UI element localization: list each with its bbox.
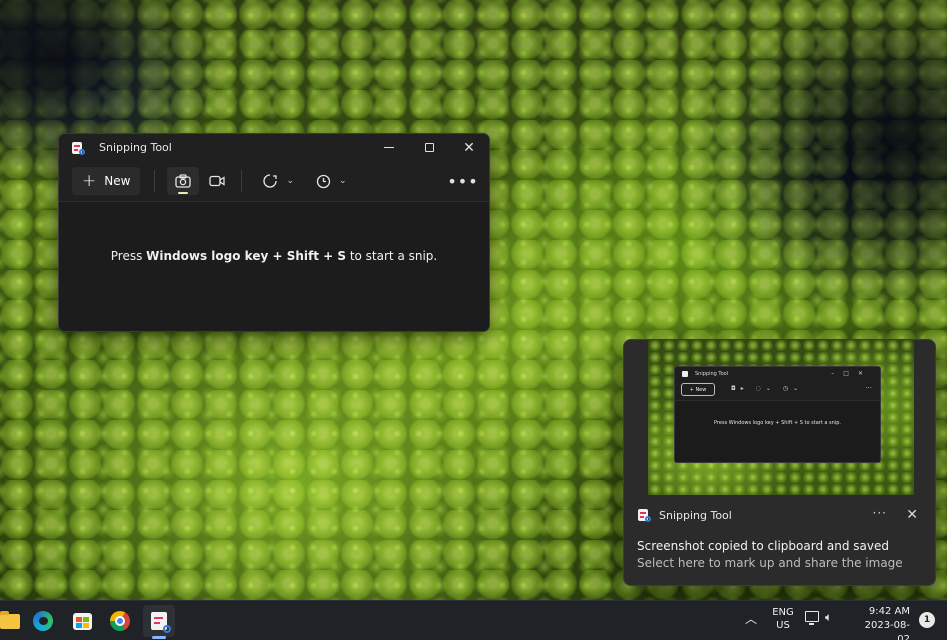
volume-icon: 🔈︎ [825, 610, 833, 624]
microsoft-store-button[interactable] [68, 607, 96, 635]
file-explorer-button[interactable] [0, 607, 24, 635]
folder-icon [0, 610, 20, 629]
quick-settings-button[interactable]: 🔈︎ [805, 610, 833, 625]
camera-icon [175, 174, 192, 188]
snip-canvas: Press Windows logo key + Shift + S to st… [59, 201, 489, 331]
maximize-icon [424, 143, 434, 152]
preview-window: Snipping Tool –□✕ + New ◘▸ ◌⌄ ◷⌄ ··· Pre… [674, 366, 881, 463]
toast-app-name: Snipping Tool [659, 508, 732, 522]
preview-title: Snipping Tool [695, 371, 729, 377]
toast-sub-message: Select here to mark up and share the ima… [637, 556, 903, 570]
preview-app-icon [682, 371, 688, 377]
chrome-button[interactable] [106, 607, 134, 635]
maximize-button[interactable] [409, 134, 449, 161]
caption-buttons: ✕ [369, 134, 489, 161]
screenshot-preview[interactable]: Snipping Tool –□✕ + New ◘▸ ◌⌄ ◷⌄ ··· Pre… [648, 340, 914, 495]
toast-message: Screenshot copied to clipboard and saved [637, 539, 889, 553]
minimize-icon [384, 147, 394, 148]
video-mode-button[interactable] [201, 167, 233, 195]
minimize-button[interactable] [369, 134, 409, 161]
snip-shape-dropdown[interactable]: ⌄ [256, 167, 300, 195]
plus-icon: + [82, 170, 97, 191]
screenshot-mode-button[interactable] [167, 167, 200, 195]
clock-date: 2023-08-02 [864, 620, 910, 640]
preview-caption-icons: –□✕ [831, 370, 872, 377]
snipping-tool-window: Snipping Tool ✕ + New ⌄ ⌄ ••• Press Wind… [58, 133, 490, 332]
snipping-tool-icon [151, 612, 171, 633]
delay-dropdown[interactable]: ⌄ [310, 167, 353, 195]
shortcut-keys: Windows logo key + Shift + S [146, 249, 346, 263]
chevron-down-icon: ⌄ [286, 176, 294, 186]
chrome-icon [110, 611, 130, 631]
notification-center-button[interactable]: 1 [919, 612, 935, 628]
clock-icon [316, 174, 331, 188]
snipping-tool-icon [71, 141, 85, 155]
clock-button[interactable]: 9:42 AM 2023-08-02 [852, 605, 910, 640]
start-snip-hint: Press Windows logo key + Shift + S to st… [110, 249, 438, 263]
store-icon [72, 612, 92, 630]
video-camera-icon [209, 175, 226, 187]
active-app-indicator [152, 636, 166, 639]
active-mode-indicator [178, 192, 189, 194]
more-icon: ••• [447, 171, 479, 191]
toast-close-button[interactable]: ✕ [906, 506, 918, 524]
preview-more-icon: ··· [865, 384, 872, 392]
preview-new-button: + New [681, 383, 715, 396]
toolbar: + New ⌄ ⌄ ••• [59, 161, 489, 201]
toast-more-button[interactable]: ··· [873, 506, 887, 520]
more-options-button[interactable]: ••• [447, 167, 477, 195]
snipping-tool-taskbar-button[interactable] [143, 605, 175, 637]
snip-notification-toast[interactable]: Snipping Tool –□✕ + New ◘▸ ◌⌄ ◷⌄ ··· Pre… [623, 339, 936, 586]
snipping-tool-icon [637, 508, 651, 522]
toast-header: Snipping Tool ··· ✕ [637, 506, 935, 524]
close-icon: ✕ [463, 139, 475, 156]
preview-tool-icons: ◘▸ ◌⌄ ◷⌄ [731, 385, 804, 392]
window-title: Snipping Tool [99, 141, 172, 154]
chevron-down-icon: ⌄ [338, 176, 347, 186]
title-bar[interactable]: Snipping Tool ✕ [59, 134, 489, 161]
new-snip-label: New [104, 174, 131, 188]
clock-time: 9:42 AM [868, 606, 910, 617]
network-icon [805, 611, 819, 625]
notification-count: 1 [923, 615, 931, 625]
edge-button[interactable] [29, 607, 57, 635]
close-button[interactable]: ✕ [449, 134, 489, 161]
show-hidden-icons-button[interactable]: ︿ [745, 610, 757, 627]
edge-icon [33, 611, 53, 631]
input-language-button[interactable]: ENG US [771, 606, 795, 632]
free-form-snip-icon [263, 174, 278, 188]
preview-hint: Press Windows logo key + Shift + S to st… [714, 420, 841, 426]
toolbar-divider [154, 170, 156, 192]
toolbar-divider [241, 170, 243, 192]
new-snip-button[interactable]: + New [72, 167, 141, 195]
